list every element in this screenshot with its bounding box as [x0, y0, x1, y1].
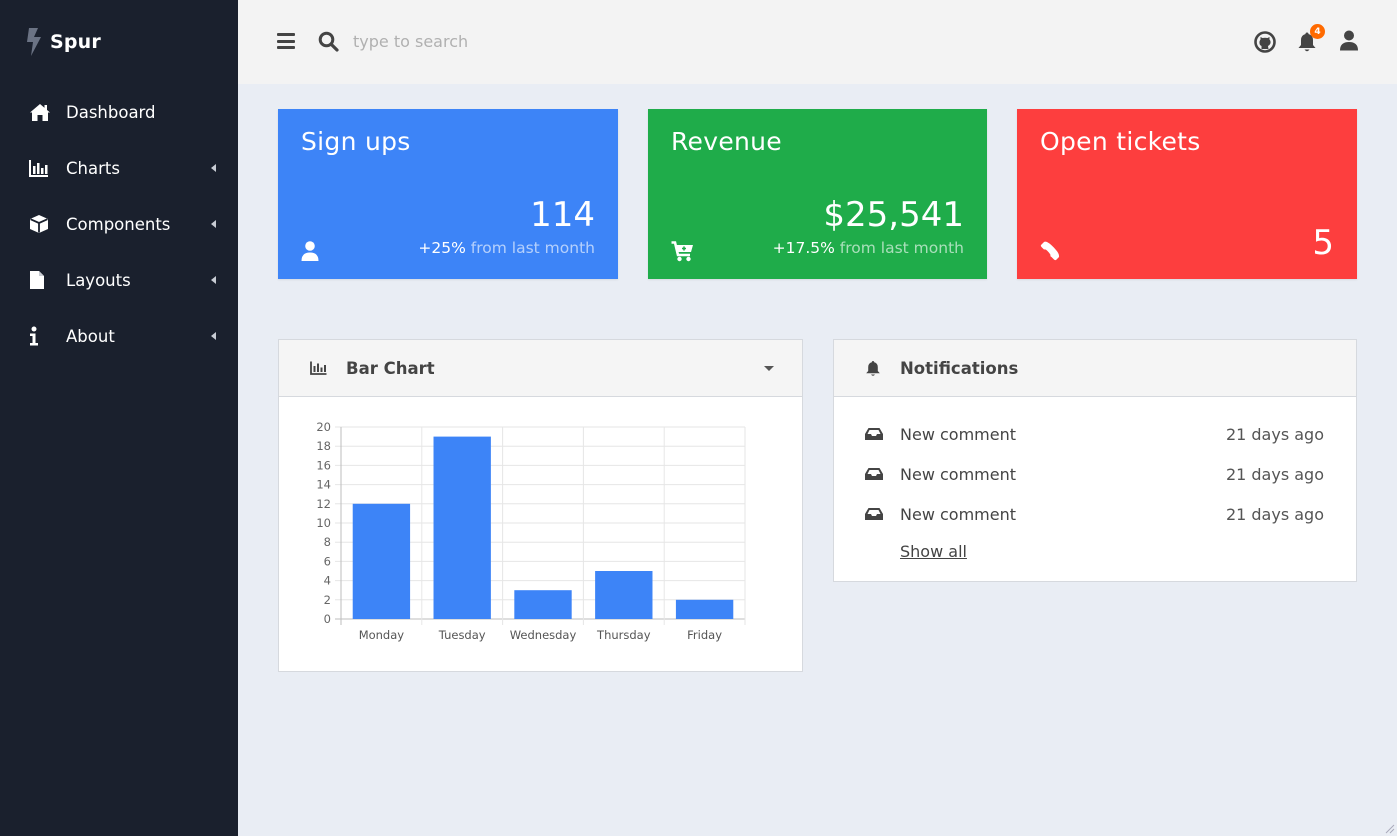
- show-all-link[interactable]: Show all: [900, 542, 967, 561]
- x-tick-label: Wednesday: [510, 628, 577, 642]
- y-tick-label: 20: [316, 420, 331, 434]
- cube-icon: [29, 213, 53, 235]
- user-icon: [301, 241, 319, 261]
- resize-grip-icon[interactable]: [1385, 824, 1395, 834]
- card-title: Sign ups: [301, 127, 411, 156]
- bell-icon: [866, 360, 880, 376]
- card-value: 114: [530, 195, 595, 235]
- user-icon[interactable]: [1339, 30, 1359, 51]
- brand[interactable]: Spur: [24, 28, 101, 56]
- caret-left-icon: [211, 164, 216, 172]
- bar: [675, 599, 734, 619]
- card-change: +25% from last month: [418, 239, 595, 257]
- notification-time: 21 days ago: [1225, 504, 1324, 524]
- search-icon[interactable]: [318, 31, 339, 52]
- open-tickets-card: Open tickets 5: [1017, 109, 1357, 279]
- x-tick-label: Monday: [359, 628, 405, 642]
- caret-left-icon: [211, 220, 216, 228]
- panel-title: Notifications: [900, 358, 1019, 378]
- inbox-icon: [865, 428, 883, 440]
- notification-item[interactable]: New comment 21 days ago: [864, 502, 1324, 526]
- sidebar-nav: Dashboard Charts Components Layouts Abou…: [0, 84, 238, 364]
- y-tick-label: 16: [316, 458, 331, 472]
- sidebar: Spur Dashboard Charts Components Layouts…: [0, 0, 238, 836]
- sidebar-item-label: Components: [66, 214, 171, 234]
- sidebar-item-layouts[interactable]: Layouts: [0, 252, 238, 308]
- x-tick-label: Thursday: [596, 628, 651, 642]
- y-tick-label: 14: [316, 478, 331, 492]
- y-tick-label: 6: [324, 554, 331, 568]
- panel-header: Notifications: [834, 340, 1356, 397]
- chevron-down-icon[interactable]: [764, 366, 774, 371]
- sidebar-item-label: Charts: [66, 158, 120, 178]
- notification-item[interactable]: New comment 21 days ago: [864, 422, 1324, 446]
- sidebar-item-components[interactable]: Components: [0, 196, 238, 252]
- bar-chart-panel: Bar Chart 0 2 4 6 8 10 12 14 16 18 20 Monday Tuesday…: [278, 339, 803, 672]
- notification-count-badge: 4: [1310, 24, 1325, 39]
- y-tick-label: 18: [316, 439, 331, 453]
- bar: [352, 503, 411, 619]
- phone-icon: [1040, 241, 1060, 261]
- github-icon[interactable]: [1254, 31, 1276, 53]
- card-change: +17.5% from last month: [772, 239, 964, 257]
- sidebar-item-label: About: [66, 326, 115, 346]
- y-tick-label: 0: [324, 612, 331, 626]
- card-title: Open tickets: [1040, 127, 1201, 156]
- card-value: $25,541: [823, 195, 964, 235]
- notification-time: 21 days ago: [1225, 424, 1324, 444]
- x-tick-label: Friday: [687, 628, 722, 642]
- y-tick-label: 2: [324, 593, 331, 607]
- home-icon: [29, 101, 53, 123]
- notification-text: New comment: [900, 504, 1016, 524]
- notification-text: New comment: [900, 424, 1016, 444]
- notifications-panel: Notifications New comment 21 days ago Ne…: [833, 339, 1357, 582]
- y-tick-label: 12: [316, 497, 331, 511]
- caret-left-icon: [211, 332, 216, 340]
- bar-chart: 0 2 4 6 8 10 12 14 16 18 20 Monday Tuesday Wednesday T…: [316, 420, 746, 642]
- sidebar-item-label: Dashboard: [66, 102, 156, 122]
- card-title: Revenue: [671, 127, 782, 156]
- top-header: 4: [238, 0, 1397, 84]
- file-icon: [29, 269, 53, 291]
- panel-title: Bar Chart: [346, 358, 435, 378]
- search-input[interactable]: [353, 28, 653, 54]
- inbox-icon: [865, 468, 883, 480]
- card-value: 5: [1312, 223, 1334, 263]
- notification-text: New comment: [900, 464, 1016, 484]
- sidebar-item-about[interactable]: About: [0, 308, 238, 364]
- sidebar-item-label: Layouts: [66, 270, 131, 290]
- bar: [595, 571, 653, 619]
- x-tick-label: Tuesday: [438, 628, 486, 642]
- notification-item[interactable]: New comment 21 days ago: [864, 462, 1324, 486]
- inbox-icon: [865, 508, 883, 520]
- signups-card: Sign ups 114 +25% from last month: [278, 109, 618, 279]
- cart-icon: [671, 241, 693, 262]
- info-icon: [29, 325, 53, 347]
- notification-time: 21 days ago: [1225, 464, 1324, 484]
- bolt-logo-icon: [27, 28, 41, 56]
- y-tick-label: 8: [324, 535, 331, 549]
- y-tick-label: 4: [324, 574, 331, 588]
- sidebar-item-charts[interactable]: Charts: [0, 140, 238, 196]
- bar-chart-icon: [29, 157, 53, 179]
- bar: [433, 436, 491, 619]
- panel-header: Bar Chart: [279, 340, 802, 397]
- revenue-card: Revenue $25,541 +17.5% from last month: [648, 109, 987, 279]
- brand-name: Spur: [50, 31, 101, 53]
- menu-icon[interactable]: [277, 33, 295, 49]
- y-tick-label: 10: [316, 516, 331, 530]
- sidebar-item-dashboard[interactable]: Dashboard: [0, 84, 238, 140]
- bar-chart-icon: [310, 361, 327, 375]
- bar: [514, 590, 572, 619]
- caret-left-icon: [211, 276, 216, 284]
